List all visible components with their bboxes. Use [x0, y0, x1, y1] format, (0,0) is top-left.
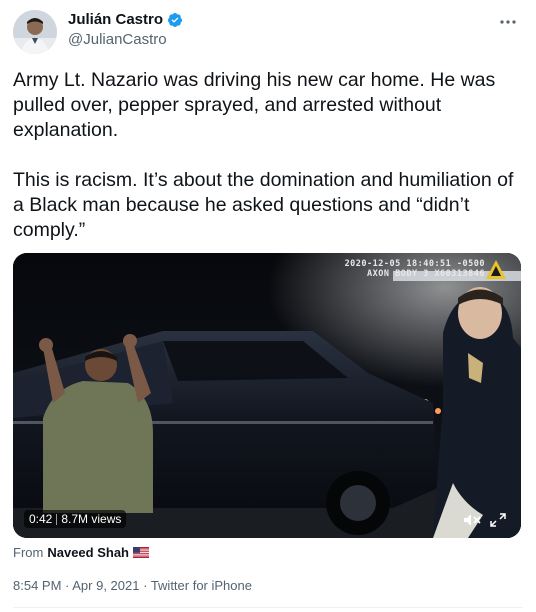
tweet-paragraph: This is racism. It’s about the dominatio… [13, 169, 514, 241]
video-views: 8.7M views [61, 512, 122, 526]
verified-icon [168, 12, 183, 27]
us-flag-icon [133, 547, 149, 558]
video-camera-overlay: AXON BODY 3 X60313846 [367, 269, 485, 279]
video-stats-pill: 0:42 8.7M views [24, 510, 127, 528]
avatar-image [13, 10, 57, 54]
divider [13, 607, 523, 608]
from-label: From [13, 545, 44, 560]
meta-separator: · [139, 578, 151, 593]
video-attribution: From Naveed Shah [13, 545, 149, 560]
video-frame [13, 253, 521, 538]
more-options-button[interactable] [496, 10, 520, 34]
more-icon [500, 20, 516, 24]
tweet-client[interactable]: Twitter for iPhone [151, 578, 252, 593]
tweet-meta: 8:54 PM · Apr 9, 2021 · Twitter for iPho… [13, 578, 252, 593]
fullscreen-icon[interactable] [489, 512, 507, 528]
author-display-name[interactable]: Julián Castro [68, 11, 163, 28]
avatar[interactable] [13, 10, 57, 54]
video-duration: 0:42 [29, 512, 53, 526]
separator [56, 513, 58, 525]
tweet-time[interactable]: 8:54 PM [13, 578, 61, 593]
tweet-card: Julián Castro @JulianCastro Army Lt. Naz… [0, 0, 536, 612]
author-name-row: Julián Castro [68, 11, 183, 28]
video-player[interactable]: 2020-12-05 18:40:51 -0500 AXON BODY 3 X6… [13, 253, 521, 538]
volume-icon[interactable] [463, 512, 481, 528]
tweet-paragraph: Army Lt. Nazario was driving his new car… [13, 69, 496, 141]
author-handle[interactable]: @JulianCastro [68, 31, 167, 48]
meta-separator: · [61, 578, 73, 593]
source-user-link[interactable]: Naveed Shah [47, 545, 129, 560]
axon-badge-icon [486, 260, 506, 279]
tweet-date[interactable]: Apr 9, 2021 [72, 578, 139, 593]
tweet-text: Army Lt. Nazario was driving his new car… [13, 68, 523, 268]
video-timestamp-overlay: 2020-12-05 18:40:51 -0500 [344, 259, 485, 269]
